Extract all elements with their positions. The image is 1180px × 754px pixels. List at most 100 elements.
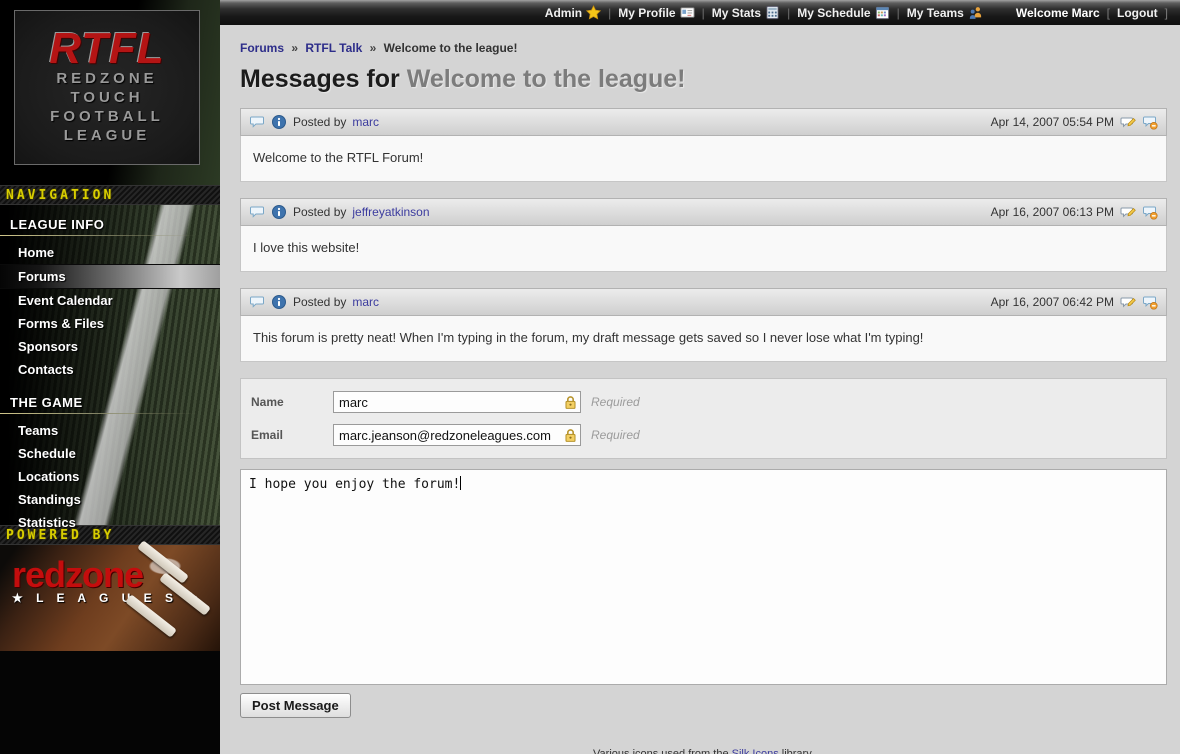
redzone-leagues-logo: redzone ★ L E A G U E S ★	[0, 545, 220, 651]
main-area: Admin | My Profile | My Stats | My Sched…	[220, 0, 1180, 754]
author-link[interactable]: jeffreyatkinson	[352, 205, 429, 219]
section-divider	[0, 235, 220, 236]
breadcrumb-forums-link[interactable]: Forums	[240, 41, 284, 55]
topbar-my-stats-link[interactable]: My Stats	[712, 5, 780, 20]
text-cursor	[460, 476, 461, 490]
sidebar-item-sponsors[interactable]: Sponsors	[0, 335, 220, 358]
comment-bubble-icon	[249, 204, 265, 220]
star-icon	[586, 5, 601, 20]
group-icon	[968, 5, 983, 20]
author-link[interactable]: marc	[352, 115, 379, 129]
topbar: Admin | My Profile | My Stats | My Sched…	[220, 0, 1180, 25]
breadcrumb-separator: »	[291, 41, 298, 55]
message-header: Posted by marc Apr 14, 2007 05:54 PM	[240, 108, 1167, 136]
footer-text: Various icons used from the	[593, 748, 732, 754]
info-icon	[271, 204, 287, 220]
navigation-label: NAVIGATION	[0, 185, 220, 205]
section-title-the-game: THE GAME	[0, 393, 220, 412]
footer-text: library.	[779, 748, 814, 754]
email-input[interactable]	[333, 424, 581, 446]
message-body: I love this website!	[240, 226, 1167, 272]
sidebar-filler	[0, 651, 220, 754]
breadcrumb-current: Welcome to the league!	[384, 41, 518, 55]
calculator-icon	[765, 5, 780, 20]
calendar-icon	[875, 5, 890, 20]
topbar-my-teams-link[interactable]: My Teams	[907, 5, 983, 20]
delete-post-button[interactable]	[1142, 114, 1158, 130]
topbar-separator: |	[897, 6, 900, 20]
post-message-button[interactable]: Post Message	[240, 693, 351, 718]
breadcrumb-rtfl-talk-link[interactable]: RTFL Talk	[305, 41, 362, 55]
topbar-my-profile-label: My Profile	[618, 6, 675, 20]
delete-post-button[interactable]	[1142, 294, 1158, 310]
sidebar-item-home[interactable]: Home	[0, 241, 220, 264]
topbar-my-schedule-label: My Schedule	[797, 6, 870, 20]
page-title: Messages for Welcome to the league!	[240, 65, 1167, 94]
logout-bracket: ]	[1165, 6, 1168, 20]
edit-comment-icon	[1120, 114, 1136, 130]
message-body: Welcome to the RTFL Forum!	[240, 136, 1167, 182]
sidebar-item-schedule[interactable]: Schedule	[0, 442, 220, 465]
sidebar-item-statistics[interactable]: Statistics	[0, 511, 220, 534]
redzone-wordmark: redzone	[12, 559, 220, 591]
message-post: Posted by jeffreyatkinson Apr 16, 2007 0…	[240, 198, 1167, 272]
sidebar-item-event-calendar[interactable]: Event Calendar	[0, 289, 220, 312]
required-hint: Required	[591, 395, 640, 409]
post-date: Apr 16, 2007 06:42 PM	[991, 295, 1114, 309]
comment-bubble-icon	[249, 294, 265, 310]
message-textarea[interactable]: I hope you enjoy the forum!	[240, 469, 1167, 685]
posted-by-label: Posted by	[293, 295, 346, 309]
league-logo-box: RTFL REDZONE TOUCH FOOTBALL LEAGUE	[14, 10, 200, 165]
page-title-prefix: Messages for	[240, 65, 407, 93]
posted-by-label: Posted by	[293, 205, 346, 219]
delete-comment-icon	[1142, 204, 1158, 220]
topbar-my-schedule-link[interactable]: My Schedule	[797, 5, 889, 20]
message-draft-text: I hope you enjoy the forum!	[249, 477, 460, 492]
author-link[interactable]: marc	[352, 295, 379, 309]
name-input[interactable]	[333, 391, 581, 413]
logout-link[interactable]: Logout	[1117, 6, 1158, 20]
page-footer: Various icons used from the Silk Icons l…	[240, 744, 1167, 754]
delete-comment-icon	[1142, 114, 1158, 130]
message-body: This forum is pretty neat! When I'm typi…	[240, 316, 1167, 362]
league-logo-line: REDZONE	[15, 69, 199, 88]
sidebar-item-forums[interactable]: Forums	[0, 264, 220, 289]
message-post: Posted by marc Apr 14, 2007 05:54 PM Wel…	[240, 108, 1167, 182]
sidebar-item-teams[interactable]: Teams	[0, 419, 220, 442]
breadcrumb-separator: »	[370, 41, 377, 55]
name-label: Name	[251, 395, 333, 409]
message-post: Posted by marc Apr 16, 2007 06:42 PM Thi…	[240, 288, 1167, 362]
topbar-separator: |	[608, 6, 611, 20]
post-form: Name Required Email Required	[240, 378, 1167, 459]
lock-icon	[564, 428, 577, 443]
message-header: Posted by marc Apr 16, 2007 06:42 PM	[240, 288, 1167, 316]
required-hint: Required	[591, 428, 640, 442]
welcome-user-text: Welcome Marc	[1016, 6, 1100, 20]
email-label: Email	[251, 428, 333, 442]
message-header: Posted by jeffreyatkinson Apr 16, 2007 0…	[240, 198, 1167, 226]
edit-comment-icon	[1120, 204, 1136, 220]
delete-post-button[interactable]	[1142, 204, 1158, 220]
section-title-league-info: LEAGUE INFO	[0, 215, 220, 234]
league-logo-line: TOUCH	[15, 88, 199, 107]
edit-comment-icon	[1120, 294, 1136, 310]
delete-comment-icon	[1142, 294, 1158, 310]
sidebar-item-forms-files[interactable]: Forms & Files	[0, 312, 220, 335]
topbar-my-profile-link[interactable]: My Profile	[618, 5, 694, 20]
section-divider	[0, 413, 220, 414]
edit-post-button[interactable]	[1120, 114, 1136, 130]
name-row: Name Required	[251, 391, 1156, 413]
info-icon	[271, 294, 287, 310]
topbar-admin-label: Admin	[545, 6, 582, 20]
league-logo-line: FOOTBALL	[15, 107, 199, 126]
sidebar-item-standings[interactable]: Standings	[0, 488, 220, 511]
page-title-topic: Welcome to the league!	[407, 65, 686, 93]
topbar-admin-link[interactable]: Admin	[545, 5, 601, 20]
post-date: Apr 14, 2007 05:54 PM	[991, 115, 1114, 129]
sidebar-item-locations[interactable]: Locations	[0, 465, 220, 488]
silk-icons-link[interactable]: Silk Icons	[732, 748, 779, 754]
sidebar-item-contacts[interactable]: Contacts	[0, 358, 220, 381]
edit-post-button[interactable]	[1120, 294, 1136, 310]
post-date: Apr 16, 2007 06:13 PM	[991, 205, 1114, 219]
edit-post-button[interactable]	[1120, 204, 1136, 220]
